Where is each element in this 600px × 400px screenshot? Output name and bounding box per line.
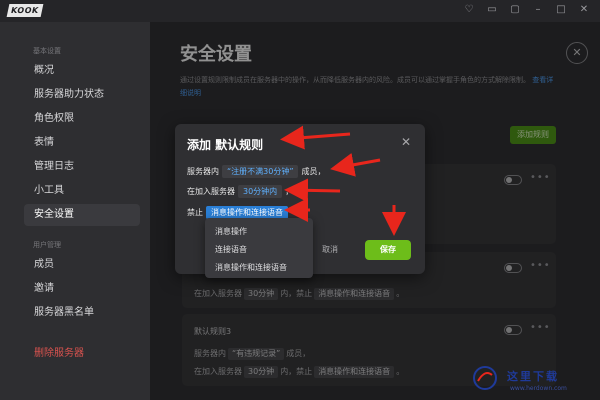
- dropdown-option-both[interactable]: 消息操作和连接语音: [215, 262, 287, 273]
- sidebar-item-invites[interactable]: 邀请: [24, 278, 140, 300]
- section-basic-settings: 基本设置: [33, 47, 61, 55]
- duration-row: 在加入服务器 30分钟内，: [187, 185, 293, 198]
- sidebar-item-tools[interactable]: 小工具: [24, 180, 140, 202]
- dropdown-option-messages[interactable]: 消息操作: [215, 226, 247, 237]
- delete-server-button[interactable]: 删除服务器: [24, 343, 140, 365]
- row-prefix: 在加入服务器: [187, 187, 235, 196]
- kook-logo: KOOK: [6, 4, 44, 17]
- modal-close-icon[interactable]: ✕: [401, 135, 411, 149]
- minimize-icon[interactable]: –: [532, 4, 544, 16]
- window-controls: ♡ ▭ ▢ – □ ✕: [463, 4, 590, 16]
- row-suffix: ，: [285, 187, 294, 196]
- sidebar-item-blacklist[interactable]: 服务器黑名单: [24, 302, 140, 324]
- sidebar-item-emoji[interactable]: 表情: [24, 132, 140, 154]
- watermark-text: 这里下载: [507, 370, 559, 383]
- cancel-button[interactable]: 取消: [322, 244, 338, 255]
- sidebar-item-overview[interactable]: 概况: [24, 60, 140, 82]
- window-icon[interactable]: ▢: [509, 4, 521, 16]
- row-prefix: 服务器内: [187, 167, 219, 176]
- row-prefix: 禁止: [187, 208, 203, 217]
- title-bar: KOOK ♡ ▭ ▢ – □ ✕: [0, 0, 600, 22]
- section-user-management: 用户管理: [33, 241, 61, 249]
- duration-select[interactable]: 30分钟内: [238, 185, 283, 198]
- member-type-select[interactable]: “注册不满30分钟”: [222, 165, 299, 178]
- restriction-dropdown: 消息操作 连接语音 消息操作和连接语音: [205, 218, 313, 278]
- close-icon[interactable]: ✕: [578, 4, 590, 16]
- sidebar-item-members[interactable]: 成员: [24, 254, 140, 276]
- sidebar-item-audit-log[interactable]: 管理日志: [24, 156, 140, 178]
- dropdown-option-voice[interactable]: 连接语音: [215, 244, 247, 255]
- sidebar-item-security[interactable]: 安全设置: [24, 204, 140, 226]
- modal-title: 添加 默认规则: [187, 138, 264, 152]
- watermark-url: www.herdown.com: [510, 385, 567, 392]
- sidebar-item-boost-status[interactable]: 服务器助力状态: [24, 84, 140, 106]
- mailbox-icon[interactable]: ▭: [486, 4, 498, 16]
- row-suffix: 成员，: [301, 167, 326, 176]
- settings-sidebar: 基本设置 概况 服务器助力状态 角色权限 表情 管理日志 小工具 安全设置 用户…: [0, 22, 150, 400]
- shirt-icon[interactable]: ♡: [463, 4, 475, 16]
- member-condition-row: 服务器内 “注册不满30分钟” 成员，: [187, 165, 325, 178]
- sidebar-item-role-permissions[interactable]: 角色权限: [24, 108, 140, 130]
- maximize-icon[interactable]: □: [555, 4, 567, 16]
- save-button[interactable]: 保存: [365, 240, 411, 260]
- watermark-logo-icon: [473, 366, 497, 390]
